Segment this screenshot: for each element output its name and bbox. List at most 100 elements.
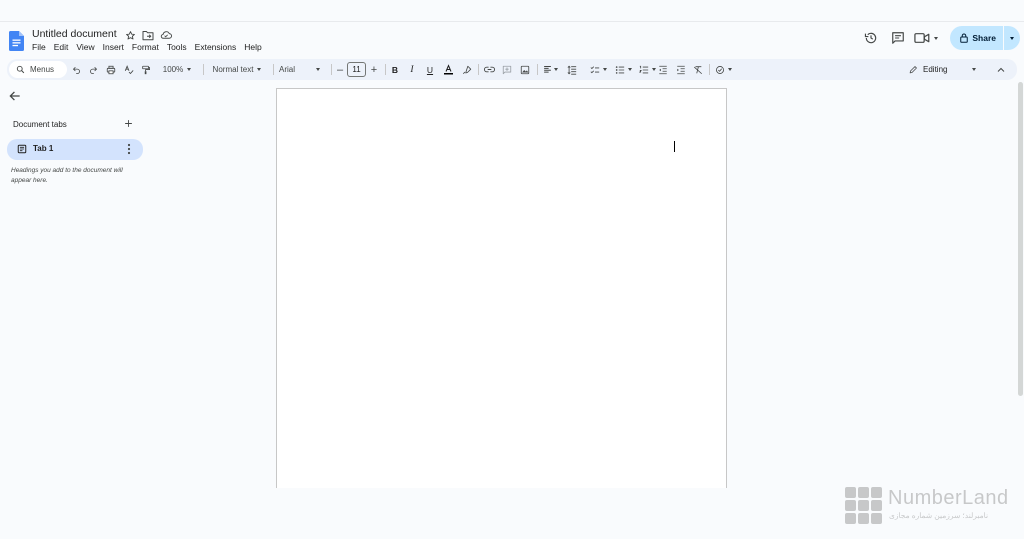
chevron-down-icon xyxy=(316,68,321,71)
numberland-logo-icon xyxy=(845,487,882,524)
chevron-down-icon xyxy=(602,68,607,71)
chevron-down-icon xyxy=(651,68,656,71)
underline-icon[interactable]: U xyxy=(424,59,436,80)
add-tab-icon[interactable] xyxy=(122,117,134,129)
chevron-down-icon xyxy=(187,68,192,71)
formatting-toolbar: Menus 100% Normal text Arial – 11 + B I … xyxy=(7,59,1017,80)
paragraph-style-value: Normal text xyxy=(212,65,254,74)
clear-formatting-icon[interactable] xyxy=(691,59,704,80)
font-value: Arial xyxy=(279,65,296,74)
editing-mode-select[interactable]: Editing xyxy=(909,59,983,80)
numbered-list-icon xyxy=(638,65,648,73)
text-color-icon[interactable] xyxy=(442,59,455,80)
decrease-indent-icon[interactable] xyxy=(656,59,669,80)
cloud-saved-icon[interactable] xyxy=(160,29,172,41)
document-page[interactable] xyxy=(276,88,727,488)
insert-image-icon[interactable] xyxy=(519,59,531,80)
font-size-input[interactable]: 11 xyxy=(347,62,366,77)
zoom-select[interactable]: 100% xyxy=(159,59,195,80)
hide-menus-icon[interactable] xyxy=(995,59,1007,80)
toolbar-divider xyxy=(203,64,204,75)
watermark-subtitle: نامبرلند؛ سرزمین شماره مجازی xyxy=(889,511,989,520)
chevron-down-icon xyxy=(934,36,939,40)
text-cursor xyxy=(674,141,676,152)
meet-icon xyxy=(914,33,930,43)
input-tools-icon xyxy=(715,65,724,74)
share-main[interactable]: Share xyxy=(950,26,1003,50)
document-title[interactable]: Untitled document xyxy=(32,28,117,40)
menu-edit[interactable]: Edit xyxy=(50,42,73,52)
watermark: NumberLand نامبرلند؛ سرزمین شماره مجازی xyxy=(845,487,1020,527)
menu-help[interactable]: Help xyxy=(240,42,265,52)
star-icon[interactable] xyxy=(124,29,136,41)
toolbar-divider xyxy=(537,64,538,75)
bulleted-list-icon xyxy=(615,65,624,74)
highlight-icon[interactable] xyxy=(461,59,473,80)
back-arrow-icon[interactable] xyxy=(8,89,22,103)
menu-view[interactable]: View xyxy=(72,42,98,52)
toolbar-divider xyxy=(385,64,386,75)
bulleted-list-select[interactable] xyxy=(610,59,636,80)
lock-icon xyxy=(960,33,969,43)
paragraph-style-select[interactable]: Normal text xyxy=(207,59,267,80)
input-tools-select[interactable] xyxy=(712,59,734,80)
chevron-down-icon xyxy=(1010,36,1014,40)
search-menus-label: Menus xyxy=(30,65,55,74)
menu-bar: File Edit View Insert Format Tools Exten… xyxy=(32,42,266,52)
tab-item-tab-1[interactable]: Tab 1 xyxy=(7,139,143,160)
menu-file[interactable]: File xyxy=(32,42,50,52)
menu-format[interactable]: Format xyxy=(128,42,163,52)
outline-hint: Headings you add to the document will ap… xyxy=(11,167,123,184)
move-to-folder-icon[interactable] xyxy=(142,29,154,41)
chevron-down-icon xyxy=(972,68,977,71)
paint-format-icon[interactable] xyxy=(140,59,152,80)
increase-font-size-icon[interactable]: + xyxy=(369,59,379,80)
document-outline-sidebar: Document tabs Tab 1 Headings you add to … xyxy=(0,84,150,204)
menu-extensions[interactable]: Extensions xyxy=(191,42,241,52)
bold-icon[interactable]: B xyxy=(389,59,401,80)
header-actions: Share xyxy=(860,26,1020,50)
share-button[interactable]: Share xyxy=(950,26,1020,50)
checklist-icon xyxy=(590,65,599,73)
align-select[interactable] xyxy=(540,59,560,80)
decrease-font-size-icon[interactable]: – xyxy=(335,59,345,80)
editing-pencil-icon xyxy=(909,66,917,74)
print-icon[interactable] xyxy=(105,59,117,80)
menu-insert[interactable]: Insert xyxy=(99,42,128,52)
increase-indent-icon[interactable] xyxy=(674,59,687,80)
version-history-icon[interactable] xyxy=(860,27,882,49)
search-menus-button[interactable]: Menus xyxy=(9,61,67,78)
share-label: Share xyxy=(972,33,996,43)
line-spacing-icon[interactable] xyxy=(565,59,578,80)
toolbar-divider xyxy=(273,64,274,75)
watermark-name: NumberLand xyxy=(888,487,1009,509)
tab-label: Tab 1 xyxy=(33,144,54,153)
link-icon[interactable] xyxy=(483,59,496,80)
document-tabs-heading: Document tabs xyxy=(13,120,67,129)
undo-icon[interactable] xyxy=(70,59,82,80)
toolbar-divider xyxy=(709,64,710,75)
docs-logo-icon[interactable] xyxy=(9,31,24,51)
vertical-scrollbar[interactable] xyxy=(1018,82,1023,396)
add-comment-icon[interactable] xyxy=(501,59,513,80)
editing-mode-label: Editing xyxy=(923,65,948,74)
chevron-down-icon xyxy=(627,68,632,71)
italic-icon[interactable]: I xyxy=(406,59,418,80)
font-select[interactable]: Arial xyxy=(279,59,325,80)
comments-icon[interactable] xyxy=(887,27,909,49)
tab-document-icon xyxy=(17,144,27,154)
more-options-icon[interactable] xyxy=(126,143,132,155)
search-icon xyxy=(16,65,25,74)
toolbar-divider xyxy=(478,64,479,75)
menu-tools[interactable]: Tools xyxy=(163,42,191,52)
redo-icon[interactable] xyxy=(87,59,99,80)
title-actions xyxy=(124,29,172,41)
share-dropdown[interactable] xyxy=(1004,26,1020,50)
chevron-down-icon xyxy=(727,68,732,71)
browser-top-strip xyxy=(0,0,1024,22)
align-icon xyxy=(543,66,551,73)
meet-button[interactable] xyxy=(914,32,942,44)
spellcheck-icon[interactable] xyxy=(123,59,135,80)
app-header: Untitled document File Edit View Insert … xyxy=(0,22,1024,58)
checklist-select[interactable] xyxy=(585,59,611,80)
